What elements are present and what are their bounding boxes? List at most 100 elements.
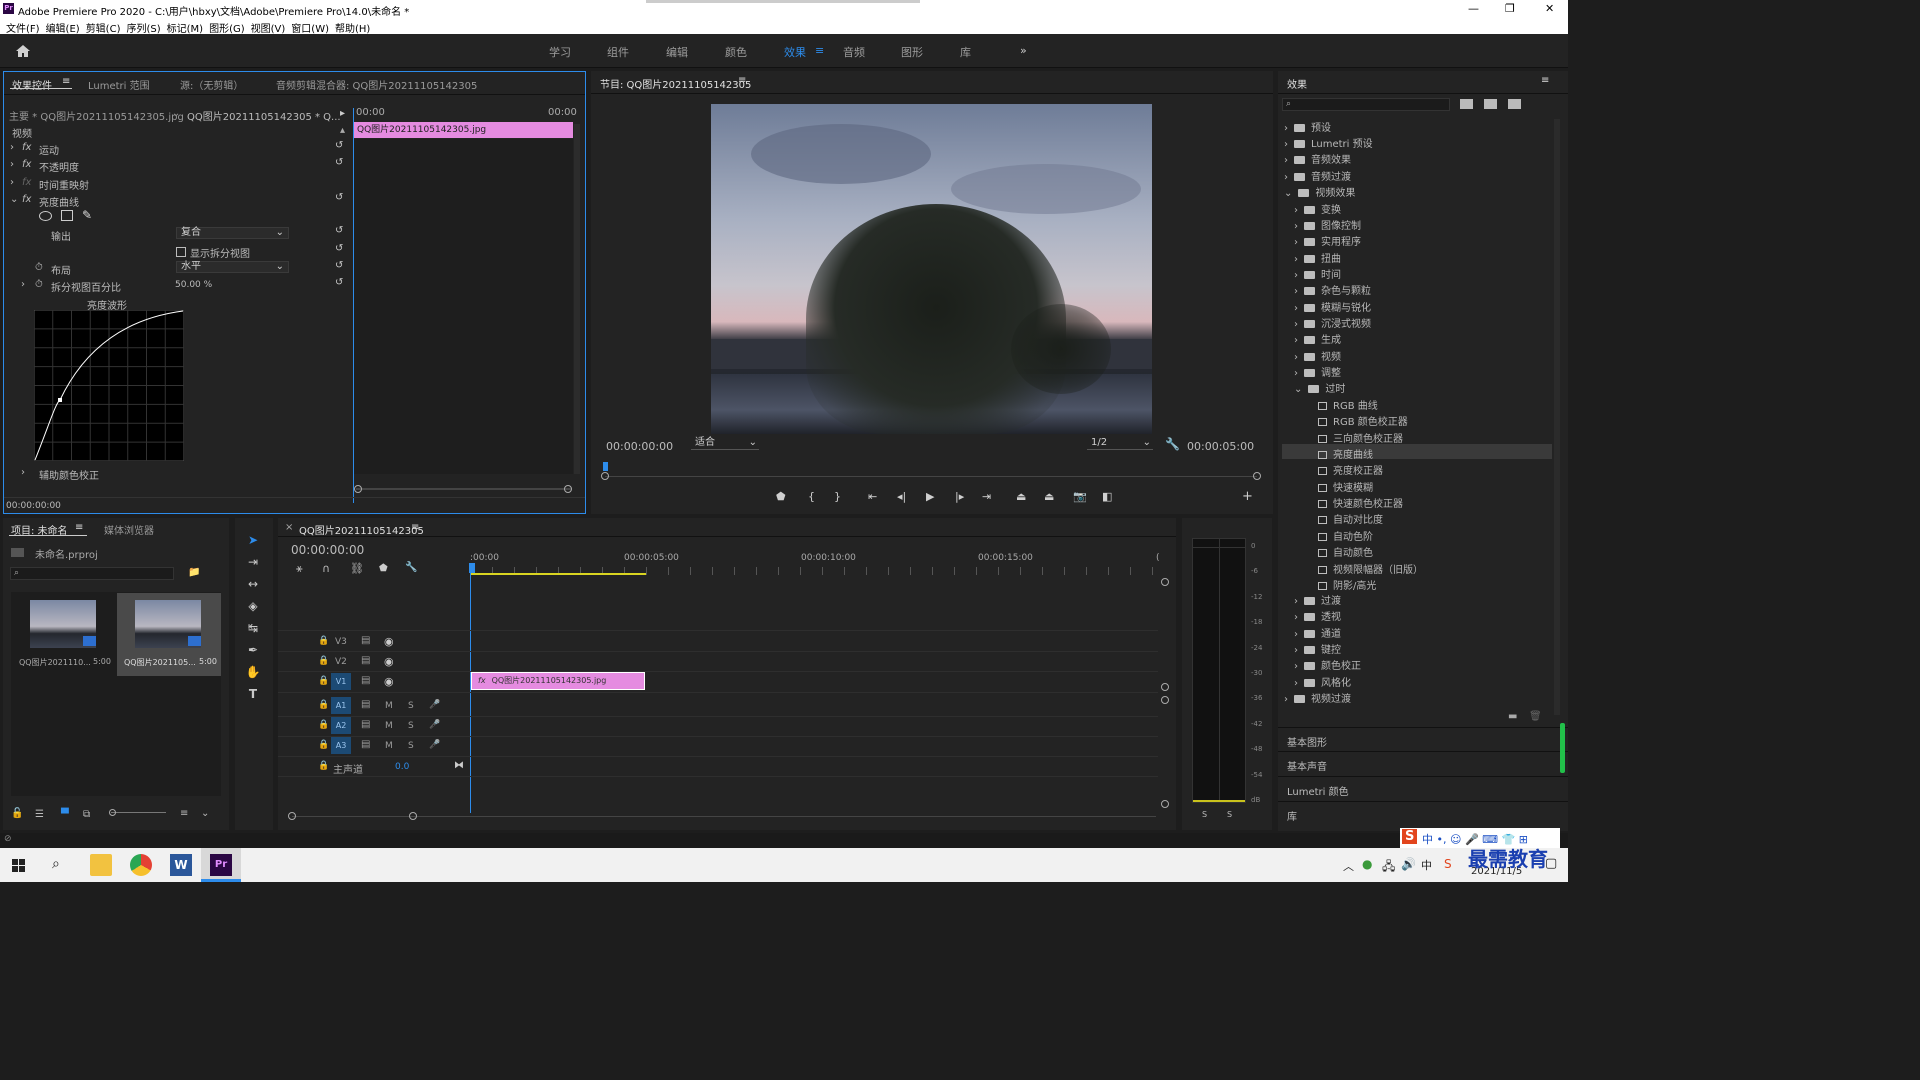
track-output-icon[interactable]: ▤ xyxy=(361,655,370,666)
tab-effect-controls[interactable]: 效果控件 xyxy=(12,77,52,92)
tree-item-video-effects[interactable]: ⌄ 视频效果 xyxy=(1284,184,1355,199)
rectangle-mask-icon[interactable] xyxy=(61,210,73,221)
tab-sequence[interactable]: QQ图片20211105142305 xyxy=(299,522,424,537)
track-output-icon[interactable]: ▤ xyxy=(361,699,370,710)
ec-timecode[interactable]: 00:00:00:00 xyxy=(6,501,61,511)
solo-button[interactable]: S xyxy=(408,701,414,711)
track-label-v3[interactable]: V3 xyxy=(335,637,347,647)
stopwatch-icon[interactable]: ⏱ xyxy=(35,262,43,273)
panel-menu-icon[interactable]: ≡ xyxy=(738,75,746,86)
type-tool-icon[interactable]: T xyxy=(245,686,261,702)
workspace-graphics[interactable]: 图形 xyxy=(901,44,923,60)
solo-right-button[interactable]: S xyxy=(1227,810,1232,819)
timeline-timecode[interactable]: 00:00:00:00 xyxy=(291,543,364,557)
maximize-button[interactable]: ❐ xyxy=(1505,2,1515,15)
word-icon[interactable]: W xyxy=(170,854,192,876)
ec-zoom-handle-left[interactable] xyxy=(354,485,362,493)
tab-audio-clip-mixer[interactable]: 音频剪辑混合器: QQ图片20211105142305 xyxy=(276,77,477,92)
tree-item-obsolete[interactable]: ⌄ 过时 xyxy=(1294,380,1345,395)
add-marker-icon[interactable]: ⬟ xyxy=(379,563,388,574)
mark-out-icon[interactable]: } xyxy=(834,490,841,503)
track-output-icon[interactable]: ▤ xyxy=(361,739,370,750)
accelerated-effects-icon[interactable] xyxy=(1460,99,1473,109)
yuv-effects-icon[interactable] xyxy=(1508,99,1521,109)
list-view-icon[interactable]: ☰ xyxy=(35,809,44,820)
vscroll-handle-top[interactable] xyxy=(1161,578,1169,586)
ec-zoom-scrollbar[interactable] xyxy=(356,488,572,490)
track-label-v2[interactable]: V2 xyxy=(335,657,347,667)
menu-sequence[interactable]: 序列(S) xyxy=(126,20,160,35)
track-output-icon[interactable]: ▤ xyxy=(361,635,370,646)
eye-icon[interactable]: ◉ xyxy=(384,635,394,648)
ec-scrollbar[interactable] xyxy=(574,124,580,474)
step-forward-icon[interactable]: |▸ xyxy=(955,490,964,503)
timeline-clip-v1[interactable]: fx QQ图片20211105142305.jpg xyxy=(471,672,645,690)
track-lock-icon[interactable]: 🔒 xyxy=(318,720,329,730)
tree-item-video-1[interactable]: › 图像控制 xyxy=(1294,217,1361,232)
minimize-button[interactable]: — xyxy=(1468,2,1479,15)
hand-tool-icon[interactable]: ✋ xyxy=(245,664,261,680)
tab-lumetri-scopes[interactable]: Lumetri 范围 xyxy=(88,77,150,92)
sogou-ime-logo-icon[interactable]: S xyxy=(1402,829,1418,844)
fx-icon[interactable]: fx xyxy=(22,159,31,170)
snap-nest-icon[interactable]: ⚹ xyxy=(296,562,303,576)
hscroll-handle-left[interactable] xyxy=(288,812,296,820)
tree-item-obsolete-11[interactable]: 阴影/高光 xyxy=(1318,577,1376,592)
track-select-tool-icon[interactable]: ⇥ xyxy=(245,554,261,570)
effects-search-input[interactable]: ⌕ xyxy=(1282,98,1450,111)
mute-button[interactable]: M xyxy=(385,721,393,731)
add-marker-icon[interactable]: ⬟ xyxy=(776,490,786,503)
tree-item-presets[interactable]: › 预设 xyxy=(1284,119,1331,134)
work-area-bar[interactable] xyxy=(470,573,646,575)
step-back-icon[interactable]: ◂| xyxy=(897,490,906,503)
tree-item-obsolete-0[interactable]: RGB 曲线 xyxy=(1318,397,1378,412)
track-lock-icon[interactable]: 🔒 xyxy=(318,761,329,771)
program-timecode[interactable]: 00:00:00:00 xyxy=(606,440,673,453)
tree-item-video-transitions[interactable]: › 视频过渡 xyxy=(1284,690,1351,705)
resolution-dropdown[interactable]: 1/2 ⌄ xyxy=(1087,438,1153,450)
expand-arrow-icon[interactable]: › xyxy=(21,467,25,478)
panel-menu-icon[interactable]: ≡ xyxy=(411,522,419,533)
workspace-menu-icon[interactable]: ≡ xyxy=(815,44,824,57)
fx-icon[interactable]: fx xyxy=(22,194,31,205)
voiceover-mic-icon[interactable]: 🎤 xyxy=(429,700,440,710)
menu-help[interactable]: 帮助(H) xyxy=(335,20,370,35)
solo-button[interactable]: S xyxy=(408,741,414,751)
project-item[interactable]: QQ图片2021110... 5:00 xyxy=(13,595,115,675)
snap-icon[interactable]: ∩ xyxy=(322,562,330,575)
ime-icon[interactable]: 中 xyxy=(1421,857,1432,873)
workspace-assembly[interactable]: 组件 xyxy=(607,44,629,60)
export-frame-camera-icon[interactable]: 📷 xyxy=(1073,490,1087,503)
panel-menu-icon[interactable]: ≡ xyxy=(62,76,70,87)
video-frame[interactable] xyxy=(711,104,1152,434)
scrub-handle-left[interactable] xyxy=(601,472,609,480)
tray-expand-icon[interactable]: ︿ xyxy=(1343,858,1354,874)
lumetri-color-panel[interactable]: Lumetri 颜色 xyxy=(1287,783,1349,798)
tree-item-audio-effects[interactable]: › 音频效果 xyxy=(1284,151,1351,166)
essential-sound-panel[interactable]: 基本声音 xyxy=(1287,758,1327,773)
master-go-to-icon[interactable]: ⧓ xyxy=(454,760,464,771)
timeline-playhead-handle[interactable] xyxy=(469,563,475,573)
workspace-libraries[interactable]: 库 xyxy=(960,44,971,60)
tree-item-after-3[interactable]: › 键控 xyxy=(1294,641,1341,656)
track-lock-icon[interactable]: 🔒 xyxy=(318,700,329,710)
track-output-icon[interactable]: ▤ xyxy=(361,675,370,686)
menu-clip[interactable]: 剪辑(C) xyxy=(86,20,121,35)
tree-item-video-10[interactable]: › 调整 xyxy=(1294,364,1341,379)
new-bin-from-search-icon[interactable]: 📁 xyxy=(188,567,200,578)
track-label-a1[interactable]: A1 xyxy=(331,697,351,714)
tree-item-obsolete-2[interactable]: 三向颜色校正器 xyxy=(1318,430,1403,445)
eye-icon[interactable]: ◉ xyxy=(384,655,394,668)
tree-item-video-6[interactable]: › 模糊与锐化 xyxy=(1294,299,1371,314)
slip-tool-icon[interactable]: ↹ xyxy=(245,620,261,636)
tree-item-obsolete-10[interactable]: 视频限幅器（旧版） xyxy=(1318,561,1423,576)
tree-item-video-2[interactable]: › 实用程序 xyxy=(1294,233,1361,248)
tree-item-video-4[interactable]: › 时间 xyxy=(1294,266,1341,281)
collapse-arrow-icon[interactable]: ▸ xyxy=(340,108,345,119)
program-playhead[interactable] xyxy=(603,462,608,471)
mute-button[interactable]: M xyxy=(385,741,393,751)
tree-item-after-4[interactable]: › 颜色校正 xyxy=(1294,657,1361,672)
mark-in-icon[interactable]: { xyxy=(808,490,815,503)
home-icon[interactable] xyxy=(15,44,31,58)
solo-button[interactable]: S xyxy=(408,721,414,731)
